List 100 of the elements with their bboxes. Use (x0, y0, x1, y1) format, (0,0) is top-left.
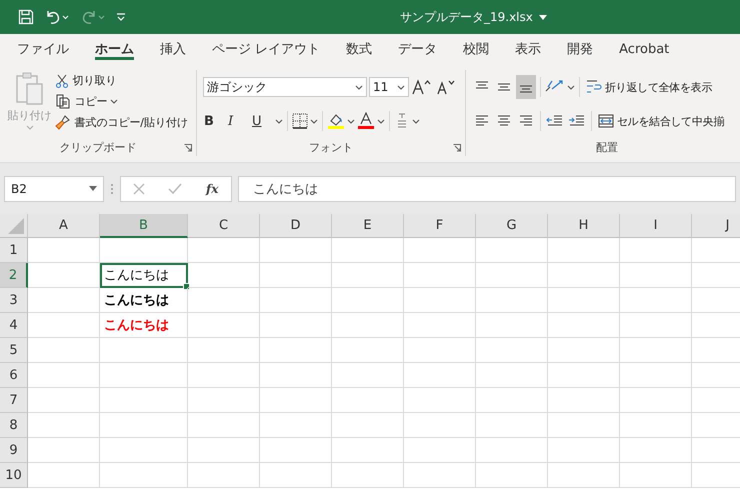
cell[interactable] (404, 413, 476, 438)
cell[interactable] (332, 363, 404, 388)
fill-color-icon[interactable] (327, 112, 345, 130)
cell[interactable] (548, 313, 620, 338)
dialog-launcher-icon[interactable] (453, 144, 461, 152)
column-header[interactable]: G (476, 214, 548, 238)
cell[interactable] (620, 363, 692, 388)
row-header[interactable]: 9 (0, 438, 28, 463)
cell[interactable] (100, 463, 188, 488)
ribbon-tab[interactable]: Acrobat (606, 34, 682, 64)
cell[interactable] (188, 413, 260, 438)
row-header[interactable]: 5 (0, 338, 28, 363)
column-header[interactable]: D (260, 214, 332, 238)
merge-center-button[interactable]: セルを結合して中央揃 (596, 112, 726, 130)
ribbon-tab[interactable]: ホーム (82, 34, 147, 64)
cell[interactable] (476, 338, 548, 363)
cell[interactable] (476, 388, 548, 413)
row-header[interactable]: 1 (0, 238, 28, 263)
cell[interactable] (260, 313, 332, 338)
bottom-align-button[interactable] (516, 75, 536, 99)
ribbon-tab[interactable]: ファイル (4, 34, 82, 64)
cell[interactable] (476, 363, 548, 388)
cell[interactable] (260, 438, 332, 463)
column-header[interactable]: A (28, 214, 100, 238)
column-header[interactable]: C (188, 214, 260, 238)
column-header[interactable]: H (548, 214, 620, 238)
cell[interactable] (100, 413, 188, 438)
dialog-launcher-icon[interactable] (184, 144, 192, 152)
checkmark-icon[interactable] (168, 182, 182, 194)
cell[interactable] (548, 238, 620, 263)
cell[interactable] (260, 238, 332, 263)
cell[interactable] (28, 438, 100, 463)
underline-button[interactable]: U (251, 109, 273, 133)
cell[interactable] (476, 463, 548, 488)
cell[interactable] (28, 238, 100, 263)
ribbon-tab[interactable]: 数式 (333, 34, 386, 64)
cell[interactable] (28, 338, 100, 363)
row-header[interactable]: 10 (0, 463, 28, 488)
row-header[interactable]: 8 (0, 413, 28, 438)
name-box[interactable]: B2 (4, 176, 104, 202)
row-header[interactable]: 2 (0, 263, 28, 288)
cell[interactable] (332, 338, 404, 363)
cell[interactable] (332, 288, 404, 313)
cancel-icon[interactable] (132, 182, 145, 194)
cell[interactable] (260, 363, 332, 388)
column-header[interactable]: J (692, 214, 740, 238)
cell[interactable] (620, 438, 692, 463)
cell[interactable] (188, 238, 260, 263)
cell[interactable] (28, 288, 100, 313)
cell[interactable] (548, 338, 620, 363)
italic-button[interactable]: I (227, 109, 249, 133)
cell[interactable] (100, 438, 188, 463)
cell[interactable] (548, 263, 620, 288)
row-header[interactable]: 6 (0, 363, 28, 388)
cell[interactable] (260, 413, 332, 438)
row-header[interactable]: 3 (0, 288, 28, 313)
format-painter-button[interactable]: 書式のコピー/貼り付け (53, 113, 190, 131)
cell[interactable] (404, 288, 476, 313)
cell[interactable] (620, 288, 692, 313)
cell[interactable] (188, 288, 260, 313)
cell[interactable] (404, 263, 476, 288)
cell[interactable] (476, 263, 548, 288)
cell[interactable] (100, 238, 188, 263)
cell[interactable] (404, 363, 476, 388)
insert-function-button[interactable]: fx (205, 176, 220, 200)
cell[interactable] (476, 438, 548, 463)
column-header[interactable]: B (100, 214, 188, 238)
save-icon[interactable] (18, 9, 34, 25)
borders-icon[interactable] (292, 113, 308, 129)
cell[interactable] (332, 313, 404, 338)
cell[interactable] (260, 463, 332, 488)
cell[interactable] (188, 338, 260, 363)
cell[interactable] (620, 238, 692, 263)
wrap-text-button[interactable]: 折り返して全体を表示 (584, 78, 714, 96)
cell[interactable] (28, 263, 100, 288)
cell[interactable] (620, 388, 692, 413)
row-header[interactable]: 7 (0, 388, 28, 413)
cell[interactable] (28, 388, 100, 413)
cell[interactable] (260, 263, 332, 288)
cell[interactable] (28, 413, 100, 438)
cell[interactable] (188, 363, 260, 388)
cell[interactable] (620, 413, 692, 438)
cell[interactable] (620, 313, 692, 338)
cell[interactable] (332, 388, 404, 413)
cell[interactable] (548, 288, 620, 313)
cell[interactable] (332, 463, 404, 488)
cell[interactable] (28, 313, 100, 338)
ribbon-tab[interactable]: データ (385, 34, 450, 64)
cell[interactable] (548, 463, 620, 488)
cell[interactable] (188, 313, 260, 338)
cell[interactable] (100, 388, 188, 413)
cell[interactable] (548, 413, 620, 438)
customize-menu-icon[interactable] (116, 12, 126, 22)
cell[interactable] (188, 263, 260, 288)
cell[interactable] (404, 338, 476, 363)
cell[interactable] (476, 313, 548, 338)
cell[interactable] (548, 363, 620, 388)
cell[interactable] (476, 288, 548, 313)
redo-icon[interactable] (80, 9, 106, 25)
copy-button[interactable]: コピー (53, 92, 190, 110)
